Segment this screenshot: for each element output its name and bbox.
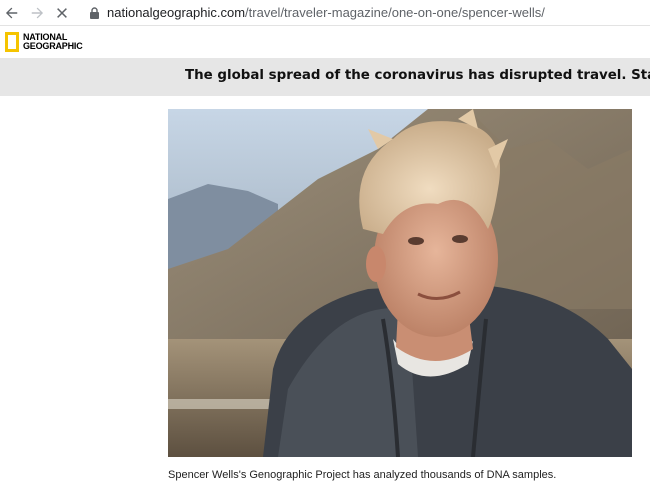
natgeo-logo[interactable]: NATIONAL GEOGRAPHIC [5, 32, 83, 52]
lock-icon[interactable] [87, 6, 101, 20]
logo-line-2: GEOGRAPHIC [23, 41, 83, 51]
stop-loading-icon[interactable] [51, 2, 73, 24]
url-path: /travel/traveler-magazine/one-on-one/spe… [245, 5, 545, 20]
logo-wordmark: NATIONAL GEOGRAPHIC [23, 33, 83, 51]
hero-image [168, 109, 632, 457]
alert-banner[interactable]: The global spread of the coronavirus has… [0, 58, 650, 96]
image-caption: Spencer Wells's Genographic Project has … [168, 469, 557, 481]
url-host: nationalgeographic.com [107, 5, 246, 20]
browser-toolbar: nationalgeographic.com/travel/traveler-m… [0, 0, 650, 26]
address-bar[interactable]: nationalgeographic.com/travel/traveler-m… [87, 3, 650, 23]
portrait-photo [168, 109, 632, 457]
yellow-frame-icon [5, 32, 19, 52]
back-arrow-icon[interactable] [1, 2, 23, 24]
alert-text[interactable]: The global spread of the coronavirus has… [185, 68, 650, 83]
site-header: NATIONAL GEOGRAPHIC [0, 26, 650, 58]
forward-arrow-icon[interactable] [26, 2, 48, 24]
